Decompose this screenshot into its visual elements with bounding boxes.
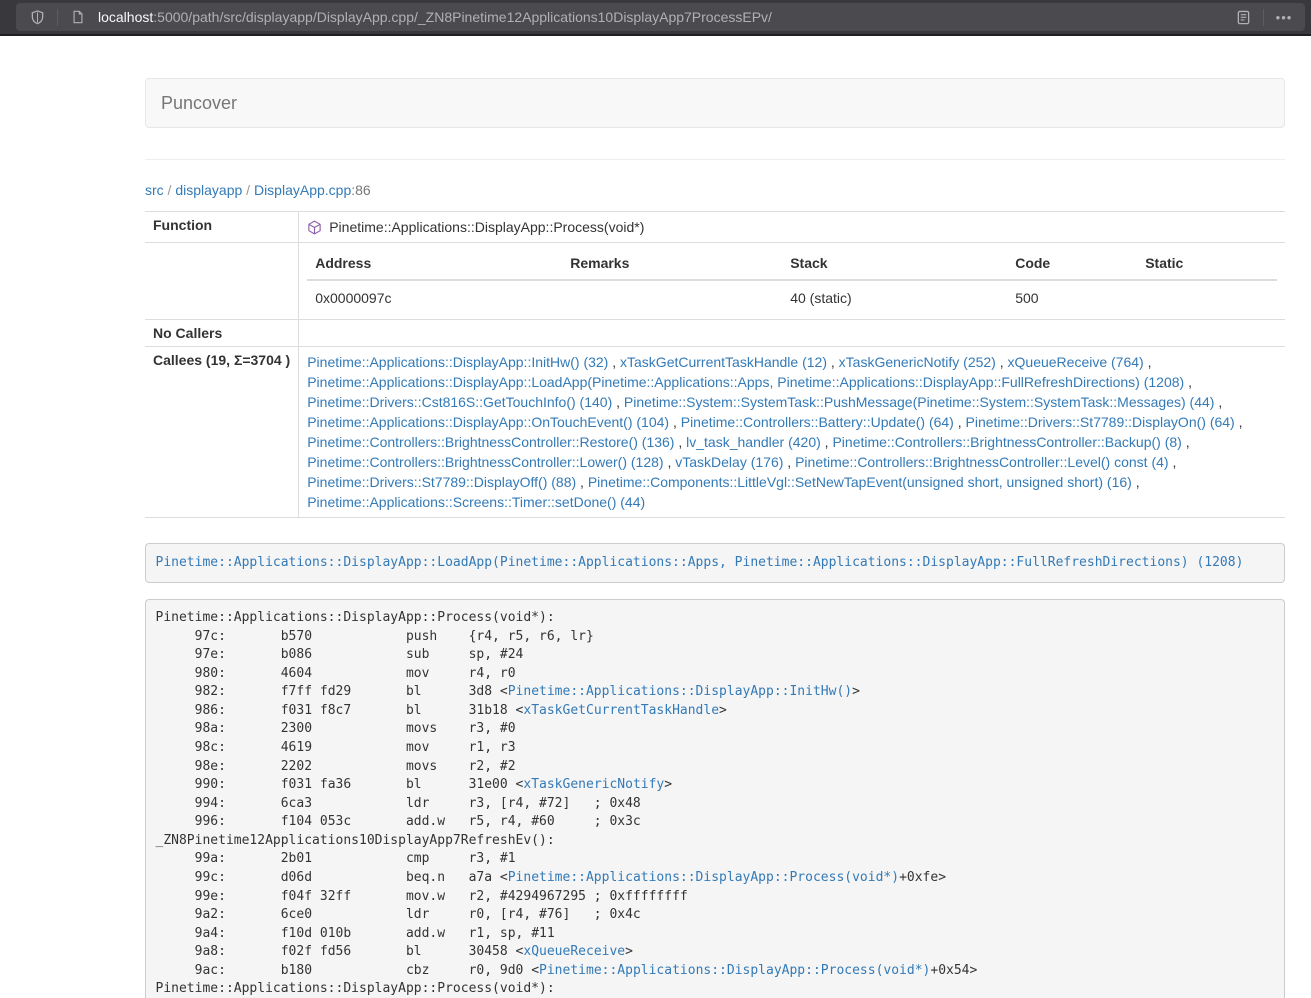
url-text[interactable]: localhost:5000/path/src/displayapp/Displ…: [98, 9, 1230, 25]
stats-column-header: Address: [307, 248, 562, 280]
asm-line: 990: f031 fa36 bl 31e00 <xTaskGenericNot…: [156, 776, 1275, 795]
callee-link[interactable]: Pinetime::Drivers::Cst816S::GetTouchInfo…: [307, 394, 612, 410]
function-table: Function Pinetime::Applications::Display…: [145, 211, 1285, 518]
function-row-label: Function: [145, 212, 299, 243]
asm-symbol-link[interactable]: Pinetime::Applications::DisplayApp::Proc…: [508, 870, 899, 885]
asm-line: 99a: 2b01 cmp r3, #1: [156, 850, 1275, 869]
stats-value: 40 (static): [782, 280, 1007, 314]
callee-link[interactable]: Pinetime::Applications::Screens::Timer::…: [307, 494, 645, 510]
stats-header-row: AddressRemarksStackCodeStatic: [307, 248, 1277, 280]
app-title: Puncover: [146, 93, 252, 114]
breadcrumb-link[interactable]: displayapp: [175, 182, 242, 198]
reader-mode-icon[interactable]: [1230, 5, 1256, 29]
urlbar-divider: [57, 9, 58, 26]
loadapp-link[interactable]: Pinetime::Applications::DisplayApp::Load…: [156, 555, 1244, 570]
asm-line: 9a4: f10d 010b add.w r1, sp, #11: [156, 925, 1275, 944]
callee-link[interactable]: vTaskDelay (176): [675, 454, 783, 470]
stats-column-header: Remarks: [562, 248, 782, 280]
asm-line: 99e: f04f 32ff mov.w r2, #4294967295 ; 0…: [156, 888, 1275, 907]
callee-link[interactable]: xQueueReceive (764): [1008, 354, 1144, 370]
cube-icon: [307, 220, 322, 235]
asm-symbol-link[interactable]: xQueueReceive: [523, 944, 625, 959]
callee-link[interactable]: Pinetime::System::SystemTask::PushMessag…: [624, 394, 1215, 410]
callees-list: Pinetime::Applications::DisplayApp::Init…: [299, 347, 1285, 518]
callee-link[interactable]: Pinetime::Drivers::St7789::DisplayOn() (…: [966, 414, 1235, 430]
callee-link[interactable]: Pinetime::Applications::DisplayApp::Load…: [307, 374, 1184, 390]
url-path: :5000/path/src/displayapp/DisplayApp.cpp…: [153, 9, 772, 25]
breadcrumb-link[interactable]: src: [145, 182, 164, 198]
breadcrumb-separator: /: [242, 182, 254, 198]
meatball-menu-icon[interactable]: •••: [1271, 5, 1297, 29]
callee-link[interactable]: Pinetime::Controllers::BrightnessControl…: [307, 434, 674, 450]
asm-line: 98e: 2202 movs r2, #2: [156, 758, 1275, 777]
callee-link[interactable]: Pinetime::Controllers::BrightnessControl…: [307, 454, 663, 470]
browser-toolbar: localhost:5000/path/src/displayapp/Displ…: [0, 0, 1311, 36]
app-header: Puncover: [145, 78, 1285, 128]
url-bar[interactable]: localhost:5000/path/src/displayapp/Displ…: [16, 3, 1305, 31]
callee-link[interactable]: Pinetime::Controllers::BrightnessControl…: [832, 434, 1181, 450]
stats-column-header: Code: [1007, 248, 1137, 280]
stats-value: [562, 280, 782, 314]
callee-link[interactable]: xTaskGenericNotify (252): [839, 354, 996, 370]
page-container: Puncover src / displayapp / DisplayApp.c…: [145, 78, 1285, 998]
table-row: No Callers: [145, 320, 1285, 347]
divider: [145, 159, 1285, 160]
asm-line: 994: 6ca3 ldr r3, [r4, #72] ; 0x48: [156, 795, 1275, 814]
stats-value: 500: [1007, 280, 1137, 314]
asm-line: 9a2: 6ce0 ldr r0, [r4, #76] ; 0x4c: [156, 906, 1275, 925]
callee-link[interactable]: Pinetime::Applications::DisplayApp::OnTo…: [307, 414, 669, 430]
asm-symbol-link[interactable]: Pinetime::Applications::DisplayApp::Init…: [508, 684, 852, 699]
callee-link[interactable]: Pinetime::Controllers::BrightnessControl…: [795, 454, 1168, 470]
stats-value: 0x0000097c: [307, 280, 562, 314]
callee-link[interactable]: lv_task_handler (420): [686, 434, 821, 450]
callee-link[interactable]: xTaskGetCurrentTaskHandle (12): [620, 354, 827, 370]
callee-link[interactable]: Pinetime::Drivers::St7789::DisplayOff() …: [307, 474, 576, 490]
asm-line: Pinetime::Applications::DisplayApp::Proc…: [156, 609, 1275, 628]
asm-line: Pinetime::Applications::DisplayApp::Proc…: [156, 980, 1275, 998]
assembly-code: Pinetime::Applications::DisplayApp::Proc…: [145, 599, 1285, 998]
loadapp-snippet-box: Pinetime::Applications::DisplayApp::Load…: [145, 543, 1285, 583]
asm-line: 9ac: b180 cbz r0, 9d0 <Pinetime::Applica…: [156, 962, 1275, 981]
meatball-dots: •••: [1276, 11, 1293, 24]
function-stats-table: AddressRemarksStackCodeStatic 0x0000097c…: [307, 248, 1277, 314]
stats-value: [1137, 280, 1277, 314]
asm-line: 97e: b086 sub sp, #24: [156, 646, 1275, 665]
breadcrumb-link[interactable]: DisplayApp.cpp: [254, 182, 351, 198]
asm-symbol-link[interactable]: Pinetime::Applications::DisplayApp::Proc…: [539, 963, 930, 978]
page-icon[interactable]: [65, 5, 91, 29]
breadcrumb-line-number: :86: [351, 182, 370, 198]
asm-line: 98a: 2300 movs r3, #0: [156, 720, 1275, 739]
url-host: localhost: [98, 9, 153, 25]
breadcrumb: src / displayapp / DisplayApp.cpp:86: [145, 182, 1285, 198]
shield-icon[interactable]: [24, 5, 50, 29]
table-row: Callees (19, Σ=3704 ) Pinetime::Applicat…: [145, 347, 1285, 518]
callers-row-label: No Callers: [145, 320, 299, 347]
table-row: AddressRemarksStackCodeStatic 0x0000097c…: [145, 243, 1285, 320]
asm-symbol-link[interactable]: xTaskGetCurrentTaskHandle: [523, 703, 719, 718]
urlbar-divider: [1263, 9, 1264, 26]
asm-line: 9a8: f02f fd56 bl 30458 <xQueueReceive>: [156, 943, 1275, 962]
table-row: Function Pinetime::Applications::Display…: [145, 212, 1285, 243]
callee-link[interactable]: Pinetime::Applications::DisplayApp::Init…: [307, 354, 608, 370]
callee-link[interactable]: Pinetime::Controllers::Battery::Update()…: [681, 414, 954, 430]
asm-symbol-link[interactable]: xTaskGenericNotify: [523, 777, 664, 792]
callees-row-label: Callees (19, Σ=3704 ): [145, 347, 299, 518]
function-name: Pinetime::Applications::DisplayApp::Proc…: [329, 217, 644, 237]
asm-line: 980: 4604 mov r4, r0: [156, 665, 1275, 684]
stats-column-header: Stack: [782, 248, 1007, 280]
asm-line: 98c: 4619 mov r1, r3: [156, 739, 1275, 758]
asm-line: 996: f104 053c add.w r5, r4, #60 ; 0x3c: [156, 813, 1275, 832]
asm-line: _ZN8Pinetime12Applications10DisplayApp7R…: [156, 832, 1275, 851]
callee-link[interactable]: Pinetime::Components::LittleVgl::SetNewT…: [588, 474, 1132, 490]
breadcrumb-separator: /: [164, 182, 176, 198]
asm-line: 97c: b570 push {r4, r5, r6, lr}: [156, 628, 1275, 647]
stats-column-header: Static: [1137, 248, 1277, 280]
asm-line: 982: f7ff fd29 bl 3d8 <Pinetime::Applica…: [156, 683, 1275, 702]
asm-line: 99c: d06d beq.n a7a <Pinetime::Applicati…: [156, 869, 1275, 888]
asm-line: 986: f031 f8c7 bl 31b18 <xTaskGetCurrent…: [156, 702, 1275, 721]
stats-value-row: 0x0000097c 40 (static)500: [307, 280, 1277, 314]
